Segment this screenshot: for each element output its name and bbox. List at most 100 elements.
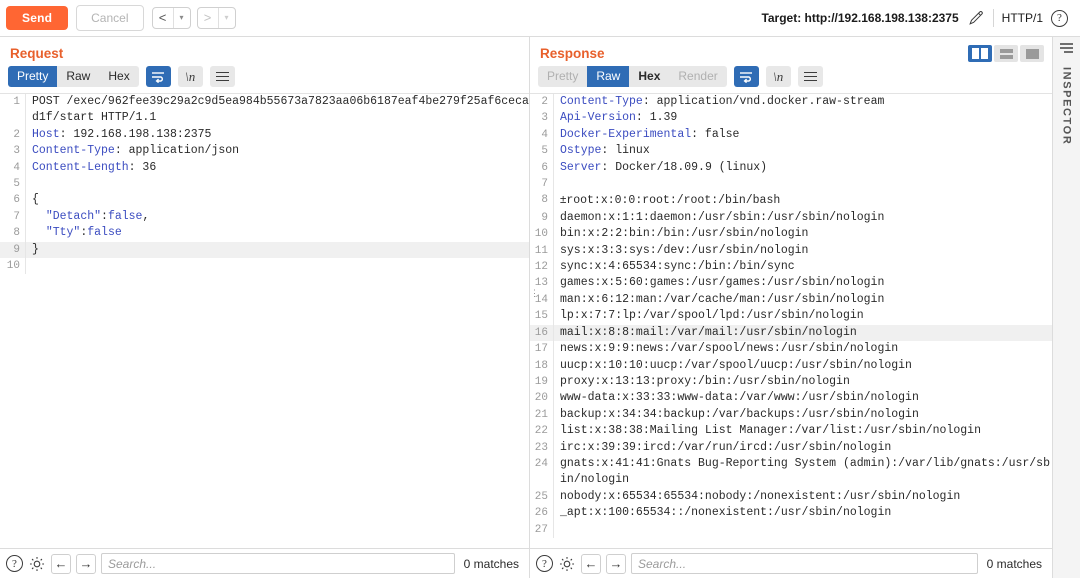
code-text: www-data:x:33:33:www-data:/var/www:/usr/… xyxy=(560,391,919,405)
split-horizontal-view-button[interactable] xyxy=(994,45,1018,62)
line-number: 11 xyxy=(530,242,554,260)
line-number: 5 xyxy=(0,176,26,193)
search-next-button[interactable]: → xyxy=(76,553,96,574)
code-line: 5 Ostype: linux xyxy=(530,143,1052,160)
code-line: 7 "Detach":false, xyxy=(0,208,529,226)
code-text: irc:x:39:39:ircd:/var/run/ircd:/usr/sbin… xyxy=(560,440,892,454)
response-code[interactable]: 2 Content-Type: application/vnd.docker.ra… xyxy=(530,94,1052,538)
code-line: 13 games:x:5:60:games:/usr/games:/usr/sbi… xyxy=(530,275,1052,292)
code-text: bin:x:2:2:bin:/bin:/usr/sbin/nologin xyxy=(560,227,809,241)
match-count-label: 0 matches xyxy=(986,556,1042,571)
code-text: _apt:x:100:65534::/nonexistent:/usr/sbin… xyxy=(560,506,892,520)
newline-icon[interactable]: \n xyxy=(765,66,791,87)
back-dropdown-caret-icon[interactable]: ▾ xyxy=(174,8,190,28)
back-button[interactable]: < ▾ xyxy=(151,7,191,29)
code-text: Ostype: linux xyxy=(560,144,650,158)
tab-response-pretty[interactable]: Pretty xyxy=(538,66,588,87)
line-number: 17 xyxy=(530,341,554,358)
code-line: 3 Content-Type: application/json xyxy=(0,143,529,160)
search-next-button[interactable]: → xyxy=(606,553,626,574)
code-line: 11 sys:x:3:3:sys:/dev:/usr/sbin/nologin xyxy=(530,242,1052,260)
line-number: 8 xyxy=(0,225,26,242)
help-icon[interactable]: ? xyxy=(1051,9,1068,27)
pencil-icon[interactable] xyxy=(967,9,985,27)
request-editor[interactable]: 1 POST /exec/962fee39c29a2c9d5ea984b55673… xyxy=(0,93,529,548)
code-line: 20 www-data:x:33:33:www-data:/var/www:/us… xyxy=(530,390,1052,407)
search-input[interactable] xyxy=(101,553,455,574)
code-line: 24 gnats:x:41:41:Gnats Bug-Reporting Syst… xyxy=(530,455,1052,489)
single-view-button[interactable] xyxy=(1020,45,1044,62)
code-line: 14man:x:6:12:man:/var/cache/man:/usr/sbi… xyxy=(530,291,1052,309)
line-number: 4 xyxy=(0,159,26,177)
tab-request-hex[interactable]: Hex xyxy=(99,66,139,87)
send-button[interactable]: Send xyxy=(6,6,69,30)
http-version-label[interactable]: HTTP/1 xyxy=(1002,11,1043,25)
code-text: Content-Type: application/json xyxy=(32,144,240,158)
tab-response-raw[interactable]: Raw xyxy=(587,66,630,87)
tab-request-pretty[interactable]: Pretty xyxy=(8,66,58,87)
line-number: 10 xyxy=(0,258,26,275)
line-number: 27 xyxy=(530,521,554,538)
search-input[interactable] xyxy=(631,553,978,574)
code-text: ​ xyxy=(554,522,1052,538)
line-number: 15 xyxy=(530,308,554,325)
code-line: 6{ xyxy=(0,192,529,209)
menu-icon[interactable] xyxy=(797,66,823,87)
line-number: 26 xyxy=(530,505,554,522)
request-code[interactable]: 1 POST /exec/962fee39c29a2c9d5ea984b55673… xyxy=(0,94,529,275)
panel-lines-icon[interactable] xyxy=(1060,43,1073,53)
line-number: 7 xyxy=(0,208,26,226)
scroll-handle-marker[interactable] xyxy=(530,292,534,304)
code-line: 3 Api-Version: 1.39 xyxy=(530,110,1052,127)
hamburger-glyph xyxy=(803,71,817,82)
inspector-rail[interactable]: INSPECTOR xyxy=(1052,37,1080,578)
request-title: Request xyxy=(10,46,64,61)
tab-response-hex[interactable]: Hex xyxy=(629,66,670,87)
gear-icon[interactable] xyxy=(558,555,576,573)
search-prev-button[interactable]: ← xyxy=(581,553,601,574)
help-icon[interactable]: ? xyxy=(536,555,553,572)
line-number: 12 xyxy=(530,259,554,276)
code-line: 9 daemon:x:1:1:daemon:/usr/sbin:/usr/sbin… xyxy=(530,209,1052,227)
word-wrap-icon[interactable] xyxy=(145,66,171,87)
forward-button[interactable]: > ▾ xyxy=(196,7,236,29)
response-editor[interactable]: 2 Content-Type: application/vnd.docker.ra… xyxy=(530,93,1052,548)
code-text: man:x:6:12:man:/var/cache/man:/usr/sbin/… xyxy=(560,292,885,306)
code-text: "Tty":false xyxy=(32,226,122,240)
code-line: 1 POST /exec/962fee39c29a2c9d5ea984b55673… xyxy=(0,94,529,127)
gear-icon[interactable] xyxy=(28,555,46,573)
split-vertical-view-button[interactable] xyxy=(968,45,992,62)
code-line: 9} xyxy=(0,241,529,259)
newline-icon[interactable]: \n xyxy=(177,66,203,87)
word-wrap-icon[interactable] xyxy=(733,66,759,87)
search-prev-button[interactable]: ← xyxy=(51,553,71,574)
line-number: 7 xyxy=(530,176,554,193)
code-text: proxy:x:13:13:proxy:/bin:/usr/sbin/nolog… xyxy=(560,374,850,388)
code-line: 4 Docker-Experimental: false xyxy=(530,126,1052,144)
menu-icon[interactable] xyxy=(209,66,235,87)
forward-dropdown-caret-icon[interactable]: ▾ xyxy=(219,8,235,28)
request-tabbar: Pretty Raw Hex \n xyxy=(0,66,529,93)
cancel-button[interactable]: Cancel xyxy=(76,5,144,31)
code-line: 23 irc:x:39:39:ircd:/var/run/ircd:/usr/sb… xyxy=(530,439,1052,456)
code-text: sync:x:4:65534:sync:/bin:/bin/sync xyxy=(560,260,795,274)
code-text: lp:x:7:7:lp:/var/spool/lpd:/usr/sbin/nol… xyxy=(560,309,864,323)
help-icon[interactable]: ? xyxy=(6,555,23,572)
code-text: backup:x:34:34:backup:/var/backups:/usr/… xyxy=(560,407,919,421)
line-number: 1 xyxy=(0,94,26,127)
hamburger-glyph xyxy=(215,71,229,82)
code-line: 5​ xyxy=(0,176,529,193)
forward-arrow-icon: > xyxy=(203,10,212,25)
tab-request-raw[interactable]: Raw xyxy=(57,66,100,87)
code-text: daemon:x:1:1:daemon:/usr/sbin:/usr/sbin/… xyxy=(560,210,885,224)
line-number: 10 xyxy=(530,226,554,243)
line-number: 5 xyxy=(530,143,554,160)
code-line: 27​ xyxy=(530,521,1052,538)
line-number: 24 xyxy=(530,455,554,489)
tab-response-render[interactable]: Render xyxy=(669,66,727,87)
line-number: 6 xyxy=(530,159,554,177)
code-line: 16 mail:x:8:8:mail:/var/mail:/usr/sbin/no… xyxy=(530,324,1052,342)
divider xyxy=(992,9,994,27)
split-vertical-icon xyxy=(972,48,988,59)
line-number: 20 xyxy=(530,390,554,407)
